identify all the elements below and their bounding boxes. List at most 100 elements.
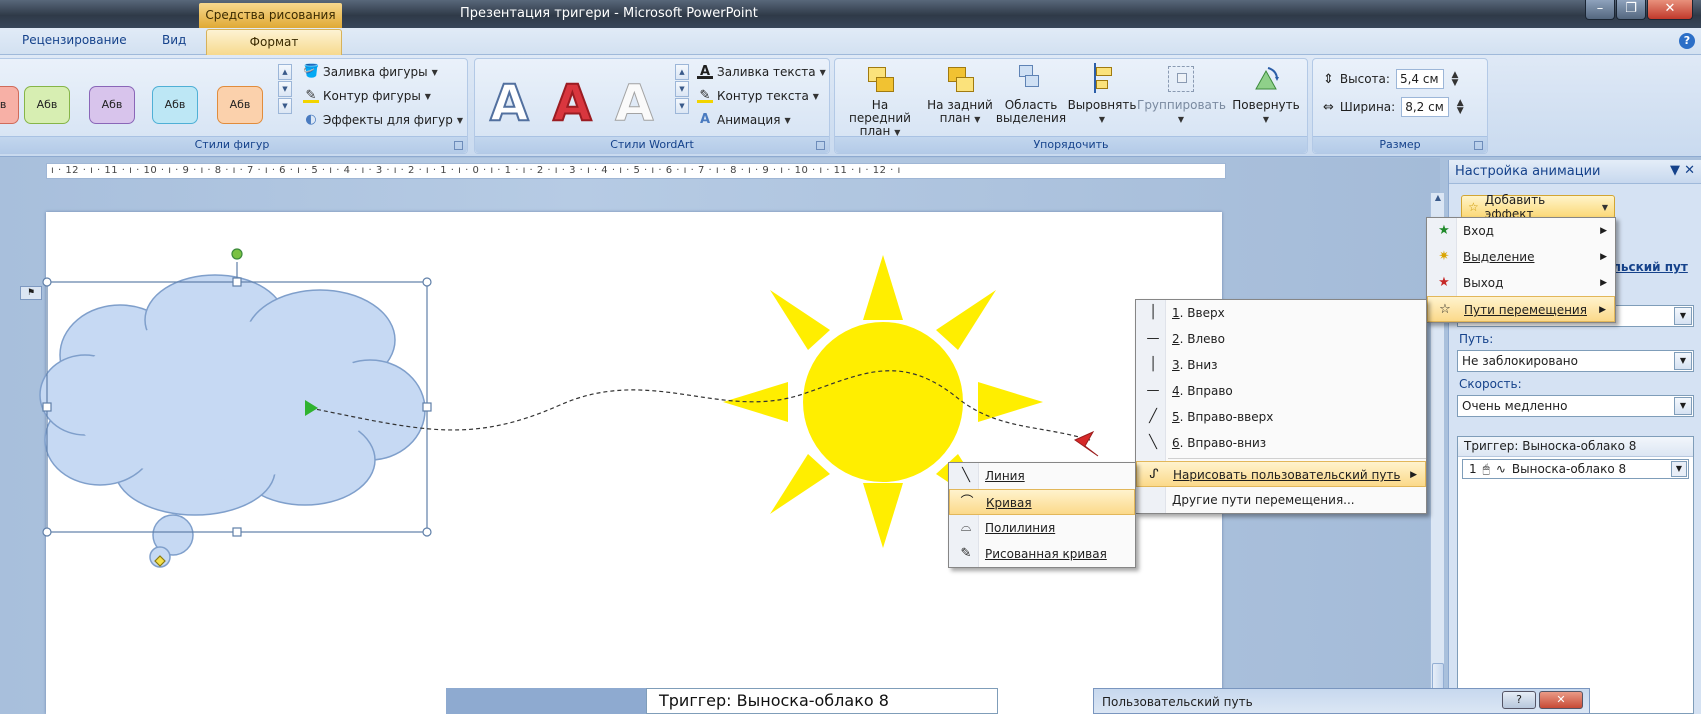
submenu-arrow-icon: ▶: [1600, 278, 1607, 288]
pane-header: Настройка анимации ▼ ✕: [1449, 160, 1701, 184]
path-num: 4: [1172, 384, 1180, 398]
path-item-up[interactable]: │ 1. Вверх: [1136, 300, 1426, 326]
chevron-down-icon[interactable]: ▼: [1674, 307, 1692, 325]
path-label-text: . Вправо-вверх: [1179, 410, 1274, 424]
motion-star-icon: ☆: [1439, 302, 1451, 317]
other-paths-item[interactable]: Другие пути перемещения...: [1136, 487, 1426, 513]
dialog-launcher-icon[interactable]: .: [1474, 141, 1483, 150]
resize-handle[interactable]: [422, 402, 432, 412]
animation-list-item[interactable]: 1 🖱 ∿ Выноска-облако 8 ▼: [1462, 459, 1689, 479]
curve-tool-icon: ⌒: [960, 495, 974, 510]
emphasis-star-icon: ✷: [1438, 249, 1450, 264]
draw-custom-path-item[interactable]: ᔑ Нарисовать пользовательский путь ▶: [1136, 461, 1426, 487]
speed-label: Скорость:: [1459, 377, 1522, 391]
pane-controls: ▼ ✕: [1670, 163, 1695, 178]
path-item-right-up[interactable]: ╱ 5. Вправо-вверх: [1136, 404, 1426, 430]
scroll-up-icon[interactable]: ▲: [1432, 193, 1444, 207]
window-controls: – ❐ ✕: [1585, 0, 1693, 20]
draw-freeform-item[interactable]: ✎ Рисованная кривая: [949, 541, 1135, 567]
animation-list[interactable]: Триггер: Выноска-облако 8 1 🖱 ∿ Выноска-…: [1457, 436, 1694, 714]
add-effect-menu: ★ Вход ▶ ✷ Выделение ▶ ★ Выход ▶ ☆ Пути …: [1426, 217, 1616, 323]
path-item-left[interactable]: — 2. Влево: [1136, 326, 1426, 352]
line-horizontal-icon: —: [1146, 383, 1160, 398]
dialog-controls: ? ✕: [1502, 691, 1583, 709]
draw-curve-item[interactable]: ⌒ Кривая: [949, 489, 1135, 515]
add-effect-button[interactable]: ☆ Добавить эффект ▼: [1461, 193, 1615, 221]
help-icon[interactable]: ?: [1679, 33, 1695, 49]
motion-paths-menu: │ 1. Вверх — 2. Влево │ 3. Вниз — 4. Впр…: [1135, 299, 1427, 514]
resize-handle[interactable]: [422, 527, 432, 537]
draw-item-label: Полилиния: [985, 521, 1056, 535]
path-label-text: . Вниз: [1179, 358, 1218, 372]
pane-menu-icon[interactable]: ▼: [1670, 163, 1680, 178]
draw-path-menu: ╲ Линия ⌒ Кривая ⌓ Полилиния ✎ Рисованна…: [948, 462, 1136, 568]
dialog-help-button[interactable]: ?: [1502, 691, 1536, 709]
menu-item-emphasis[interactable]: ✷ Выделение ▶: [1427, 244, 1615, 270]
resize-handle[interactable]: [232, 527, 242, 537]
pane-title: Настройка анимации: [1455, 164, 1601, 179]
line-horizontal-icon: —: [1146, 331, 1160, 346]
path-label-text: . Вправо-вниз: [1179, 436, 1267, 450]
menu-item-entrance[interactable]: ★ Вход ▶: [1427, 218, 1615, 244]
freeform-tool-icon: ✎: [960, 546, 972, 561]
item-number: 1: [1469, 462, 1477, 476]
menu-item-label: Вход: [1463, 224, 1494, 238]
path-item-down[interactable]: │ 3. Вниз: [1136, 352, 1426, 378]
resize-handle[interactable]: [42, 277, 52, 287]
width-spinner[interactable]: ▲ ▼: [1455, 99, 1465, 116]
menu-item-label: Пути перемещения: [1464, 303, 1587, 317]
trigger-header[interactable]: Триггер: Выноска-облако 8: [1458, 437, 1693, 457]
resize-handle[interactable]: [422, 277, 432, 287]
speed-value: Очень медленно: [1462, 399, 1568, 413]
path-item-right[interactable]: — 4. Вправо: [1136, 378, 1426, 404]
line-vertical-icon: │: [1149, 305, 1157, 320]
chevron-down-icon[interactable]: ▼: [1671, 461, 1687, 477]
submenu-arrow-icon: ▶: [1599, 305, 1606, 315]
menu-item-exit[interactable]: ★ Выход ▶: [1427, 270, 1615, 296]
draw-polyline-item[interactable]: ⌓ Полилиния: [949, 515, 1135, 541]
close-icon[interactable]: ✕: [1684, 163, 1695, 178]
cloud-callout-shape[interactable]: [39, 274, 426, 568]
height-spinner[interactable]: ▲ ▼: [1450, 71, 1460, 88]
resize-handle[interactable]: [42, 527, 52, 537]
chevron-down-icon: ▼: [1601, 202, 1608, 212]
submenu-arrow-icon: ▶: [1600, 252, 1607, 262]
line-diagonal-up-icon: ╱: [1149, 409, 1157, 424]
path-num: 2: [1172, 332, 1180, 346]
chevron-down-icon[interactable]: ▼: [1674, 397, 1692, 415]
maximize-button[interactable]: ❐: [1616, 0, 1646, 20]
animation-tag-icon[interactable]: ⚑: [20, 286, 42, 300]
path-select[interactable]: Не заблокировано ▼: [1457, 350, 1694, 372]
trigger-fragment: Триггер: Выноска-облако 8: [646, 688, 998, 714]
dialog-close-button[interactable]: ✕: [1539, 691, 1583, 709]
minimize-button[interactable]: –: [1585, 0, 1615, 20]
dialog-title: Пользовательский путь: [1102, 695, 1253, 709]
mouse-click-icon: 🖱: [1482, 461, 1490, 476]
custom-path-link[interactable]: ельский пут: [1604, 260, 1688, 274]
speed-select[interactable]: Очень медленно ▼: [1457, 395, 1694, 417]
path-item-right-down[interactable]: ╲ 6. Вправо-вниз: [1136, 430, 1426, 456]
item-label: Выноска-облако 8: [1511, 462, 1627, 476]
close-button[interactable]: ✕: [1647, 0, 1693, 20]
line-diagonal-down-icon: ╲: [1149, 435, 1157, 450]
line-vertical-icon: │: [1149, 357, 1157, 372]
rotate-handle[interactable]: [231, 248, 243, 260]
path-label-text: . Влево: [1179, 332, 1225, 346]
path-num: 5: [1172, 410, 1180, 424]
path-label-text: . Вправо: [1179, 384, 1233, 398]
draw-line-item[interactable]: ╲ Линия: [949, 463, 1135, 489]
resize-handle[interactable]: [42, 402, 52, 412]
custom-path-icon: ᔑ: [1149, 467, 1159, 482]
resize-handle[interactable]: [232, 277, 242, 287]
path-label-text: . Вверх: [1179, 306, 1225, 320]
path-num: 1: [1172, 306, 1180, 320]
custom-path-dialog: Пользовательский путь ? ✕: [1093, 688, 1590, 714]
path-end-icon: [1073, 430, 1099, 457]
path-label: Путь:: [1459, 332, 1494, 346]
menu-item-label: Выход: [1463, 276, 1504, 290]
path-num: 6: [1172, 436, 1180, 450]
menu-item-motion-paths[interactable]: ☆ Пути перемещения ▶: [1427, 296, 1615, 322]
submenu-arrow-icon: ▶: [1600, 226, 1607, 236]
chevron-down-icon[interactable]: ▼: [1674, 352, 1692, 370]
path-value: Не заблокировано: [1462, 354, 1578, 368]
